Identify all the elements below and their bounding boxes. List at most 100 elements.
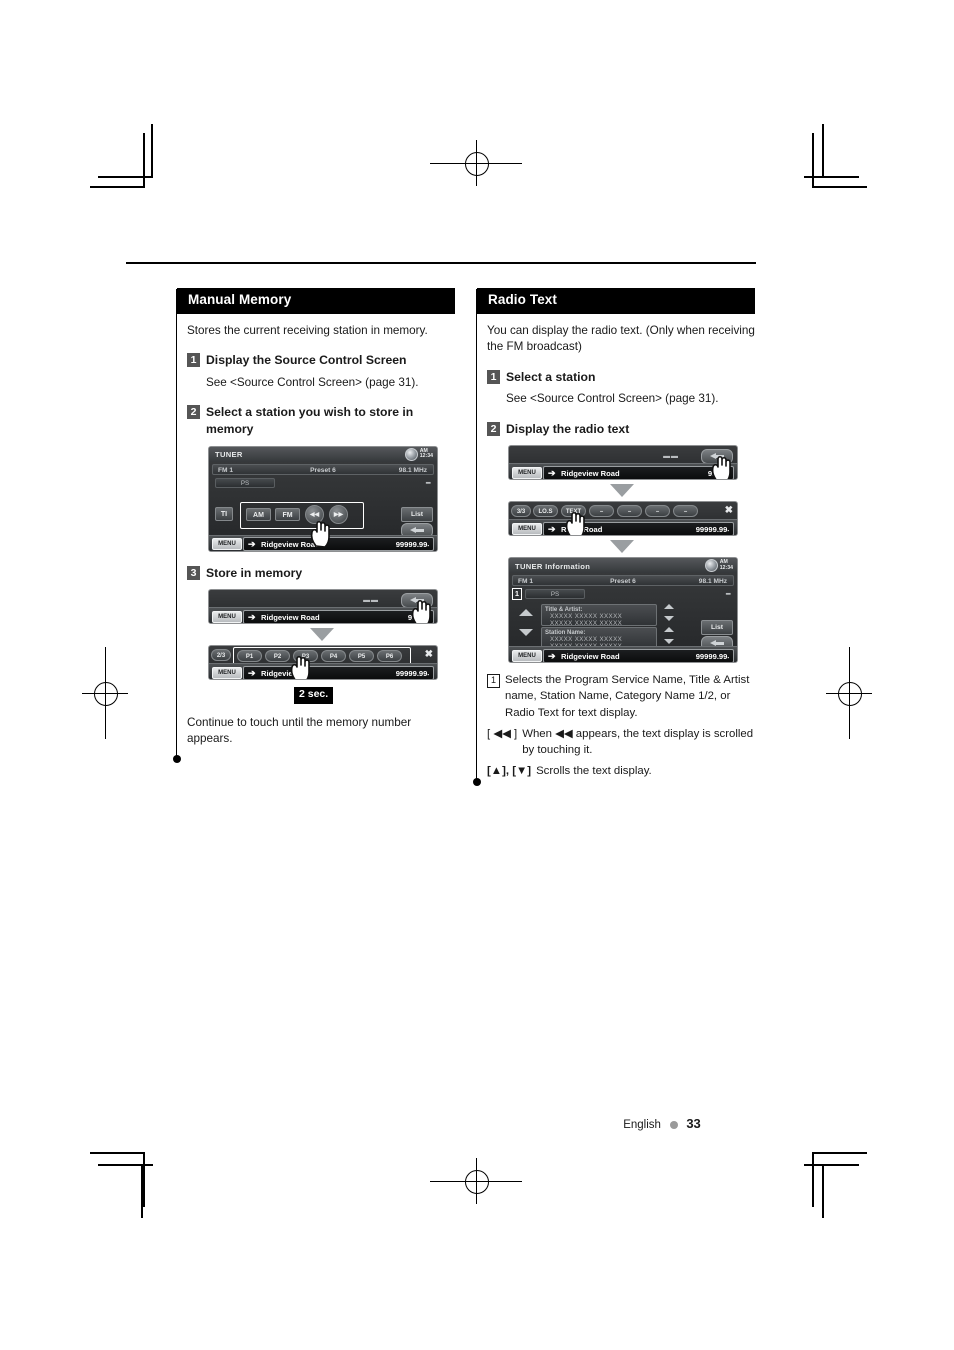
caption-box-number: 1 [487, 674, 500, 689]
preset-button-p1[interactable]: P1 [237, 650, 262, 663]
caption-key: 1 [487, 672, 500, 721]
station-frequency: 99999.99▪ [695, 524, 729, 534]
menu-button[interactable]: MENU [212, 538, 242, 551]
step-title: Display the Source Control Screen [206, 353, 407, 368]
fm-button[interactable]: FM [275, 507, 300, 521]
header-rule [126, 262, 756, 264]
station-display[interactable]: ➔ Ridgeview Road 99999 [243, 609, 434, 624]
local-seek-button[interactable]: LO.S [533, 505, 558, 518]
preset-button-p5[interactable]: P5 [349, 650, 374, 663]
mode-dots-icon: ▬ ▬ [663, 453, 678, 461]
radio-text-intro: You can display the radio text. (Only wh… [487, 323, 755, 354]
function-page-indicator[interactable]: 3/3 [511, 505, 531, 518]
title-artist-scroll-up-button[interactable] [661, 604, 676, 610]
station-name-scroll-down-button[interactable] [661, 639, 676, 645]
route-arrow-icon: ➔ [548, 650, 556, 661]
step-title: Select a station [506, 370, 596, 385]
manual-memory-closing-note: Continue to touch until the memory numbe… [187, 715, 412, 746]
step-number-badge: 1 [187, 353, 200, 368]
station-display[interactable]: ➔ Ridgeview 99999.99▪ [243, 665, 434, 680]
am-button[interactable]: AM [246, 507, 271, 521]
title-artist-line-2: XXXXX XXXXX XXXXX [550, 620, 623, 628]
preset-button-p6[interactable]: P6 [377, 650, 402, 663]
route-arrow-icon: ➔ [548, 523, 556, 534]
caption-key: [ ◀◀ ] [487, 727, 518, 740]
text-scroll-up-button[interactable] [518, 609, 533, 617]
menu-button[interactable]: MENU [512, 522, 542, 535]
flow-arrow-down-icon [310, 628, 334, 642]
band-label: FM 1 [218, 466, 234, 474]
step-number-badge: 3 [187, 565, 200, 580]
step-title: Display the radio text [506, 421, 630, 436]
lcd-clock: AM 12:34 [404, 447, 433, 461]
station-name-scroll-up-button[interactable] [661, 627, 676, 633]
registration-mark-right [826, 647, 872, 739]
route-arrow-icon: ➔ [548, 467, 556, 478]
menu-button[interactable]: MENU [512, 466, 542, 479]
caption-text: Selects the Program Service Name, Title … [505, 674, 750, 719]
lcd-status-bar: MENU ➔ Ridgeview Road 99999 [209, 607, 437, 624]
empty-function-button-3[interactable]: – [645, 505, 670, 518]
close-icon[interactable]: ✖ [425, 649, 433, 660]
preset-button-p4[interactable]: P4 [321, 650, 346, 663]
empty-function-button-4[interactable]: – [673, 505, 698, 518]
title-artist-scroll-down-button[interactable] [661, 616, 676, 622]
step-1-subtext: See <Source Control Screen> (page 31). [206, 375, 419, 389]
ps-button[interactable]: PS [215, 477, 275, 488]
empty-function-button-1[interactable]: – [589, 505, 614, 518]
ti-button[interactable]: TI [215, 506, 233, 521]
registration-mark-top [430, 140, 522, 186]
footer-language: English [623, 1119, 661, 1131]
lcd-status-bar: MENU ➔ Rid w Road 99999.99▪ [509, 519, 737, 536]
menu-button[interactable]: MENU [512, 649, 542, 662]
store-strip-before: ▬ ▬ MENU ➔ Ridgeview Road 99999 [208, 589, 438, 625]
station-name-line-1: XXXXX XXXXX XXXXX [550, 636, 623, 644]
lcd-status-bar: MENU ➔ Ridgeview Road 99999 [509, 463, 737, 480]
station-display[interactable]: ➔ Ridgeview Road 99999.99▪ [543, 648, 734, 663]
caption-key: [▲], [▼] [487, 765, 532, 778]
list-button[interactable]: List [701, 620, 733, 636]
clock-time: 12:34 [719, 564, 733, 571]
ps-button[interactable]: PS [525, 589, 585, 600]
globe-icon [704, 559, 718, 573]
lcd-title: TUNER Information [509, 558, 737, 574]
triangle-up-icon [663, 604, 674, 610]
manual-memory-intro: Stores the current receiving station in … [187, 323, 428, 337]
preset-label: Preset 6 [610, 578, 636, 586]
triangle-up-icon [518, 609, 533, 617]
lcd-status-bar: MENU ➔ Ridgeview Road 99999.99▪ [509, 646, 737, 663]
registration-mark-left [82, 647, 128, 739]
empty-function-button-2[interactable]: – [617, 505, 642, 518]
hand-cursor-icon [289, 654, 314, 680]
frequency-label: 98.1 MHz [398, 466, 427, 474]
list-button[interactable]: List [401, 506, 433, 522]
radio-text-strip-before: ▬ ▬ MENU ➔ Ridgeview Road 99999 [508, 445, 738, 481]
footer-dot-icon [670, 1120, 679, 1129]
tuner-information-screen: TUNER Information AM 12:34 FM 1 Preset 6… [508, 557, 738, 664]
hold-duration-badge: 2 sec. [294, 687, 334, 704]
preset-button-p2[interactable]: P2 [265, 650, 290, 663]
step-1-select-a-station: 1 Select a station [487, 369, 755, 385]
tuner-info-bar: FM 1 Preset 6 98.1 MHz [212, 463, 434, 475]
back-arrow-tail [416, 528, 424, 532]
tuner-source-control-screen: TUNER AM 12:34 FM 1 Preset 6 98.1 MHz PS… [208, 445, 438, 552]
close-icon[interactable]: ✖ [725, 505, 733, 516]
frequency-label: 98.1 MHz [698, 578, 727, 586]
text-scroll-down-button[interactable] [518, 629, 533, 637]
lcd-clock: AM 12:34 [704, 559, 733, 573]
step-title: Select a station you wish to store in me… [206, 405, 414, 436]
clock-time: 12:34 [419, 453, 433, 460]
title-artist-line-1: XXXXX XXXXX XXXXX [550, 613, 623, 621]
preset-page-indicator[interactable]: 2/3 [211, 649, 231, 662]
right-column: Radio Text You can display the radio tex… [477, 288, 755, 779]
caption-scroll-key: [ ◀◀ ] When ◀◀ appears, the text display… [487, 726, 755, 758]
station-display[interactable]: ➔ Ridgeview Road 99999 [543, 465, 734, 480]
lcd-status-bar: MENU ➔ Ridgeview 99999.99▪ [209, 663, 437, 680]
menu-button[interactable]: MENU [212, 610, 242, 623]
station-frequency: 99999.99▪ [395, 668, 429, 678]
page-footer: English 33 [0, 1115, 954, 1133]
station-display[interactable]: ➔ Ridgeview Road 99999.99▪ [243, 537, 434, 551]
menu-button[interactable]: MENU [212, 666, 242, 679]
step-3-store-in-memory: 3 Store in memory [187, 565, 455, 581]
registration-mark-bottom [430, 1158, 522, 1204]
